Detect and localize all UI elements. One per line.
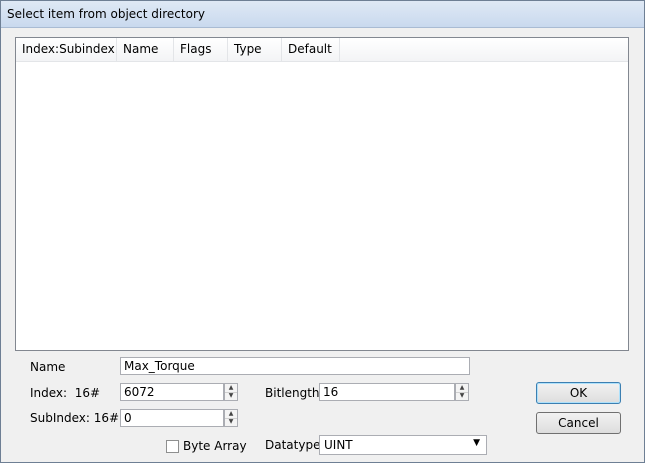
- bitlength-label: Bitlength:: [265, 386, 324, 400]
- byte-array-checkbox[interactable]: [166, 440, 179, 453]
- object-directory-list[interactable]: Index:Subindex Name Flags Type Default: [15, 37, 629, 351]
- bitlength-field[interactable]: [319, 383, 455, 401]
- index-down-arrow-icon[interactable]: ▼: [225, 392, 237, 400]
- datatype-select[interactable]: UINT ▼: [319, 435, 487, 455]
- datatype-value: UINT: [324, 438, 353, 452]
- subindex-spinner[interactable]: ▲ ▼: [224, 409, 238, 427]
- column-header-name[interactable]: Name: [117, 38, 174, 61]
- index-field[interactable]: [120, 383, 224, 401]
- datatype-label: Datatype:: [265, 438, 325, 452]
- index-spinner[interactable]: ▲ ▼: [224, 383, 238, 401]
- column-header-index-subindex[interactable]: Index:Subindex: [16, 38, 117, 61]
- index-prefix: 16#: [74, 386, 101, 400]
- name-field[interactable]: [120, 357, 470, 375]
- byte-array-label: Byte Array: [183, 439, 247, 453]
- bitlength-spinner[interactable]: ▲ ▼: [455, 383, 469, 401]
- column-header-type[interactable]: Type: [228, 38, 282, 61]
- column-header-flags[interactable]: Flags: [174, 38, 228, 61]
- ok-button[interactable]: OK: [536, 382, 621, 404]
- column-header-default[interactable]: Default: [282, 38, 340, 61]
- subindex-down-arrow-icon[interactable]: ▼: [225, 418, 237, 426]
- subindex-prefix: 16#: [93, 411, 120, 425]
- dialog-title: Select item from object directory: [7, 7, 205, 21]
- subindex-label: SubIndex: 16#: [30, 411, 120, 425]
- dropdown-arrow-icon[interactable]: ▼: [473, 438, 480, 448]
- cancel-button[interactable]: Cancel: [536, 412, 621, 434]
- dialog-window: Select item from object directory Index:…: [0, 0, 645, 463]
- title-bar[interactable]: Select item from object directory: [1, 1, 644, 28]
- name-label: Name: [30, 360, 66, 374]
- subindex-field[interactable]: [120, 409, 224, 427]
- bitlength-down-arrow-icon[interactable]: ▼: [456, 392, 468, 400]
- list-header: Index:Subindex Name Flags Type Default: [16, 38, 628, 62]
- dialog-body: Index:Subindex Name Flags Type Default N…: [6, 28, 639, 457]
- index-label: Index: 16#: [30, 386, 101, 400]
